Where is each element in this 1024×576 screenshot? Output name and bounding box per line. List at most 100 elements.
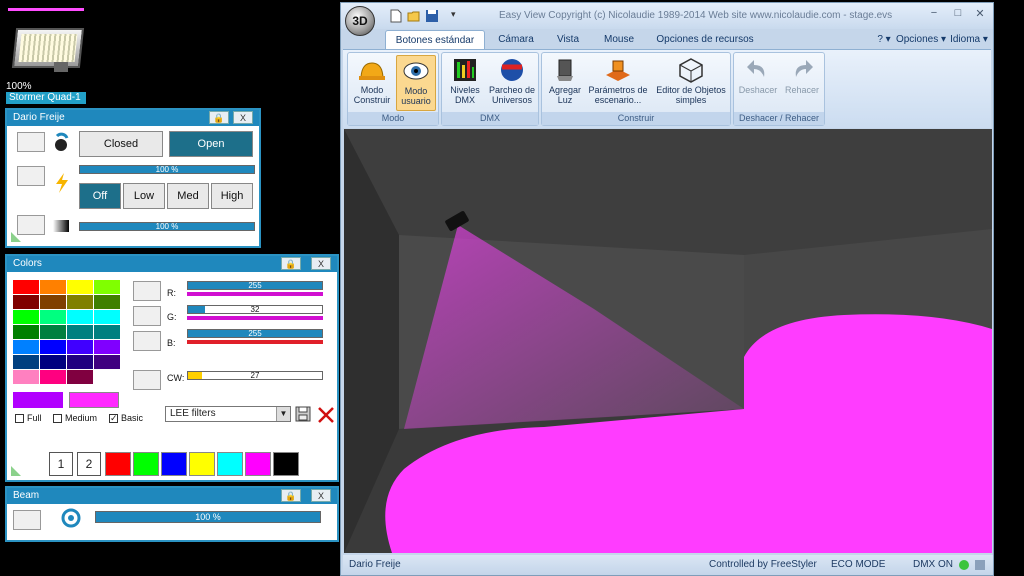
agregar-luz-button[interactable]: Agregar Luz bbox=[544, 55, 586, 111]
quick-color-swatch[interactable] bbox=[133, 452, 159, 476]
language-menu[interactable]: Idioma ▾ bbox=[947, 30, 991, 49]
palette-swatch[interactable] bbox=[67, 355, 93, 369]
palette-swatch[interactable] bbox=[94, 355, 120, 369]
save-icon[interactable] bbox=[295, 406, 311, 422]
beam-slider[interactable]: 100 % bbox=[95, 511, 321, 523]
palette-swatch[interactable] bbox=[94, 340, 120, 354]
title-bar[interactable]: 3D ▾ Easy View Copyright (c) Nicolaudie … bbox=[341, 3, 993, 36]
open-folder-icon[interactable] bbox=[407, 9, 421, 23]
strobe-off-button[interactable]: Off bbox=[79, 183, 121, 209]
quick-color-swatch[interactable] bbox=[161, 452, 187, 476]
delete-icon[interactable] bbox=[317, 406, 335, 424]
tab-mouse[interactable]: Mouse bbox=[595, 30, 643, 49]
parametros-escenario-button[interactable]: Parámetros de escenario... bbox=[586, 55, 650, 111]
close-panel-button[interactable]: X bbox=[233, 111, 253, 124]
palette-swatch[interactable] bbox=[94, 295, 120, 309]
palette-swatch[interactable] bbox=[40, 355, 66, 369]
palette-swatch[interactable] bbox=[67, 340, 93, 354]
deshacer-button[interactable]: Deshacer bbox=[736, 55, 780, 111]
palette-swatch[interactable] bbox=[67, 295, 93, 309]
customize-toolbar-icon[interactable]: ▾ bbox=[451, 9, 465, 23]
fixture-tile[interactable]: 100% Stormer Quad-1 bbox=[6, 6, 86, 104]
palette-swatch[interactable] bbox=[94, 310, 120, 324]
lock-icon[interactable]: 🔒 bbox=[209, 111, 229, 124]
palette-swatch[interactable] bbox=[67, 310, 93, 324]
dimmer-slider[interactable]: 100 % bbox=[79, 165, 255, 174]
beam-toggle[interactable] bbox=[13, 510, 41, 530]
blue-slider[interactable]: 255 bbox=[187, 329, 323, 338]
new-file-icon[interactable] bbox=[389, 9, 403, 23]
filter-select[interactable]: LEE filters ▼ bbox=[165, 406, 291, 422]
palette-swatch[interactable] bbox=[13, 310, 39, 324]
modo-usuario-button[interactable]: Modo usuario bbox=[396, 55, 436, 111]
quick-color-swatch[interactable] bbox=[105, 452, 131, 476]
palette-swatch[interactable] bbox=[13, 280, 39, 294]
palette-swatch[interactable] bbox=[40, 340, 66, 354]
resize-grip-icon[interactable] bbox=[975, 560, 985, 570]
chevron-down-icon[interactable]: ▼ bbox=[276, 407, 290, 421]
palette-swatch[interactable] bbox=[13, 370, 39, 384]
close-panel-button[interactable]: X bbox=[311, 257, 331, 270]
shutter-open-button[interactable]: Open bbox=[169, 131, 253, 157]
palette-swatch[interactable] bbox=[67, 325, 93, 339]
palette-swatch[interactable] bbox=[40, 370, 66, 384]
palette-swatch[interactable] bbox=[94, 325, 120, 339]
palette-swatch[interactable] bbox=[13, 295, 39, 309]
palette-swatch[interactable] bbox=[40, 295, 66, 309]
rehacer-button[interactable]: Rehacer bbox=[780, 55, 824, 111]
3d-viewport[interactable] bbox=[344, 129, 992, 553]
quick-color-swatch[interactable] bbox=[273, 452, 299, 476]
palette-swatch[interactable] bbox=[67, 280, 93, 294]
save-icon[interactable] bbox=[425, 9, 439, 23]
palette-swatch[interactable] bbox=[94, 370, 120, 384]
mode-checkbox-full[interactable] bbox=[15, 414, 24, 423]
quick-color-swatch[interactable] bbox=[217, 452, 243, 476]
green-slider[interactable]: 32 bbox=[187, 305, 323, 314]
palette-swatch[interactable] bbox=[13, 340, 39, 354]
strobe-high-button[interactable]: High bbox=[211, 183, 253, 209]
color-palette[interactable] bbox=[13, 280, 121, 386]
fixture-name[interactable]: Stormer Quad-1 bbox=[6, 92, 86, 104]
strobe-low-button[interactable]: Low bbox=[123, 183, 165, 209]
options-menu[interactable]: Opciones ▾ bbox=[895, 30, 947, 49]
palette-swatch[interactable] bbox=[40, 280, 66, 294]
intensity-toggle[interactable] bbox=[17, 215, 45, 235]
preset-button-2[interactable]: 2 bbox=[77, 452, 101, 476]
blue-toggle[interactable] bbox=[133, 331, 161, 351]
intensity-slider[interactable]: 100 % bbox=[79, 222, 255, 231]
strobe-med-button[interactable]: Med bbox=[167, 183, 209, 209]
shutter-toggle[interactable] bbox=[17, 132, 45, 152]
quick-color-swatch[interactable] bbox=[189, 452, 215, 476]
red-toggle[interactable] bbox=[133, 281, 161, 301]
cw-toggle[interactable] bbox=[133, 370, 161, 390]
tab-botones-estandar[interactable]: Botones estándar bbox=[385, 30, 485, 49]
strobe-toggle[interactable] bbox=[17, 166, 45, 186]
red-slider[interactable]: 255 bbox=[187, 281, 323, 290]
minimize-button[interactable]: − bbox=[925, 7, 943, 21]
modo-construir-button[interactable]: Modo Construir bbox=[350, 55, 394, 111]
tab-vista[interactable]: Vista bbox=[545, 30, 591, 49]
palette-swatch[interactable] bbox=[40, 325, 66, 339]
editor-objetos-button[interactable]: Editor de Objetos simples bbox=[652, 55, 730, 111]
quick-color-swatch[interactable] bbox=[245, 452, 271, 476]
palette-swatch[interactable] bbox=[67, 370, 93, 384]
resize-grip[interactable] bbox=[11, 466, 21, 476]
tab-camara[interactable]: Cámara bbox=[491, 30, 541, 49]
resize-grip[interactable] bbox=[11, 232, 21, 242]
maximize-button[interactable]: □ bbox=[949, 7, 967, 21]
mode-checkbox-medium[interactable] bbox=[53, 414, 62, 423]
lock-icon[interactable]: 🔒 bbox=[281, 489, 301, 502]
parcheo-universos-button[interactable]: Parcheo de Universos bbox=[486, 55, 538, 111]
preset-button-1[interactable]: 1 bbox=[49, 452, 73, 476]
palette-swatch[interactable] bbox=[94, 280, 120, 294]
close-window-button[interactable]: ✕ bbox=[971, 7, 989, 21]
close-panel-button[interactable]: X bbox=[311, 489, 331, 502]
palette-swatch[interactable] bbox=[13, 325, 39, 339]
tab-opciones-recursos[interactable]: Opciones de recursos bbox=[649, 30, 761, 49]
help-button[interactable]: ? ▾ bbox=[875, 30, 893, 49]
lock-icon[interactable]: 🔒 bbox=[281, 257, 301, 270]
green-toggle[interactable] bbox=[133, 306, 161, 326]
palette-swatch[interactable] bbox=[40, 310, 66, 324]
palette-swatch[interactable] bbox=[13, 355, 39, 369]
shutter-closed-button[interactable]: Closed bbox=[79, 131, 163, 157]
